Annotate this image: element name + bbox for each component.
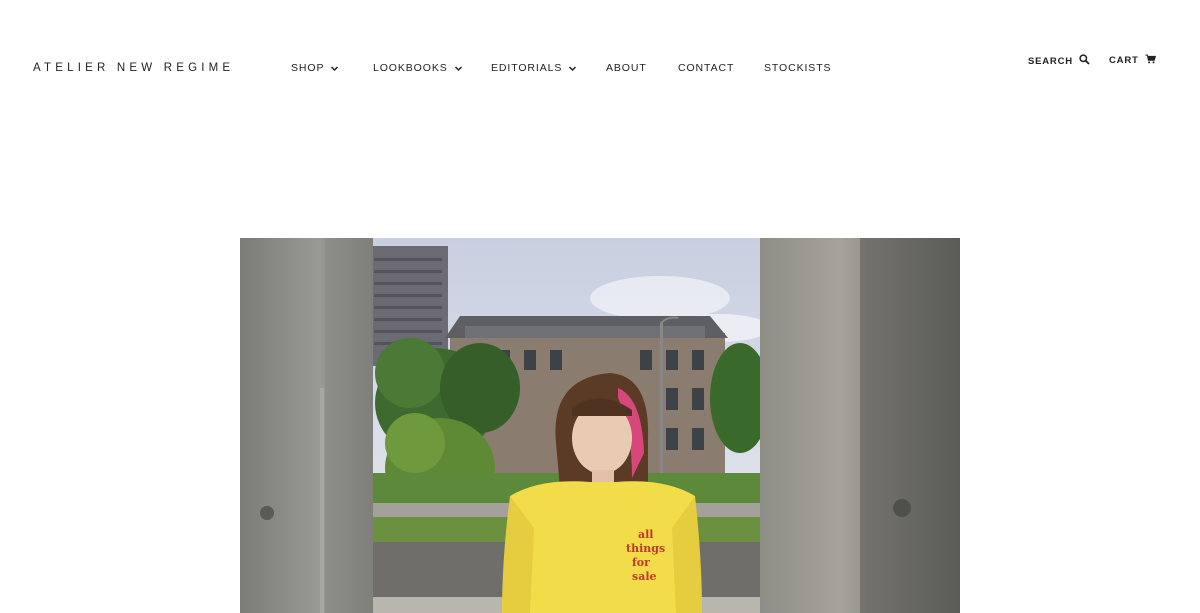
search-icon — [1079, 54, 1090, 68]
nav-item-shop[interactable]: SHOP — [291, 62, 339, 74]
chevron-down-icon — [568, 64, 577, 73]
search-link[interactable]: SEARCH — [1028, 54, 1090, 68]
nav-item-label: EDITORIALS — [491, 62, 563, 74]
nav-item-label: STOCKISTS — [764, 62, 832, 74]
nav-item-editorials[interactable]: EDITORIALS — [491, 62, 577, 74]
nav-item-label: CONTACT — [678, 62, 735, 74]
nav-item-stockists[interactable]: STOCKISTS — [764, 62, 831, 74]
site-header: ATELIER NEW REGIME SHOP LOOKBOOKS EDITOR… — [0, 0, 1200, 120]
nav-item-label: SHOP — [291, 62, 325, 74]
search-label: SEARCH — [1028, 55, 1073, 67]
hero-image: all things for sale — [240, 238, 960, 613]
shirt-text-line: all — [638, 528, 654, 541]
shirt-text-line: things — [626, 542, 665, 555]
chevron-down-icon — [330, 64, 339, 73]
chevron-down-icon — [454, 64, 463, 73]
brand-logo[interactable]: ATELIER NEW REGIME — [33, 62, 234, 74]
cart-link[interactable]: CART — [1109, 54, 1156, 67]
nav-item-label: ABOUT — [606, 62, 647, 74]
nav-item-contact[interactable]: CONTACT — [678, 62, 734, 74]
nav-item-label: LOOKBOOKS — [373, 62, 448, 74]
cart-label: CART — [1109, 55, 1139, 66]
nav-item-about[interactable]: ABOUT — [606, 62, 647, 74]
nav-item-lookbooks[interactable]: LOOKBOOKS — [373, 62, 463, 74]
shirt-text-line: sale — [632, 570, 657, 583]
shirt-text-line: for — [632, 556, 650, 569]
cart-icon — [1145, 54, 1156, 67]
